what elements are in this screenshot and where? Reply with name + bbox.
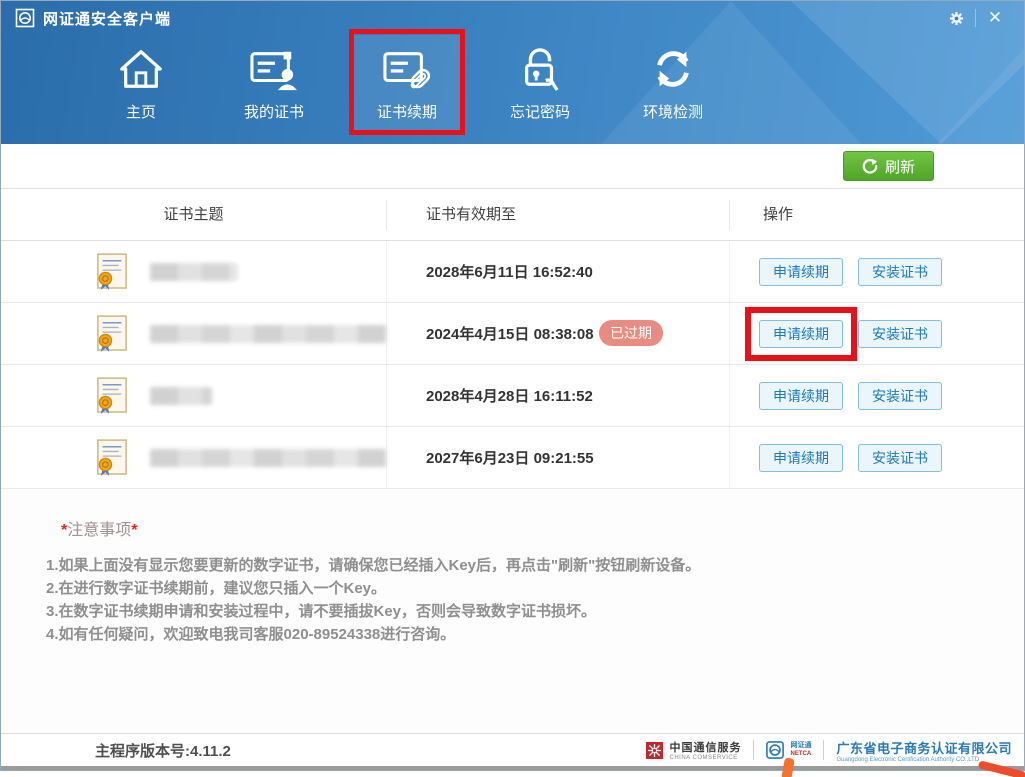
- valid-until-date: 2024年4月15日 08:38:08: [426, 326, 594, 343]
- nav-item-home[interactable]: 主页: [86, 35, 196, 135]
- netca-logo: 网证通 NETCA: [766, 741, 811, 759]
- cell-actions: 申请续期 安装证书: [730, 241, 1024, 302]
- valid-until-date: 2028年6月11日 16:52:40: [426, 264, 593, 281]
- nav-item-my-certificates[interactable]: 我的证书: [219, 35, 329, 135]
- home-icon: [118, 43, 164, 95]
- cell-valid-until: 2027年6月23日 09:21:55: [387, 427, 730, 488]
- comservice-name-zh: 中国通信服务: [669, 742, 742, 754]
- certificate-paperclip-icon: [382, 43, 432, 95]
- install-button[interactable]: 安装证书: [858, 319, 942, 348]
- gdca-name-zh: 广东省电子商务认证有限公司: [836, 740, 1012, 756]
- cell-subject: [1, 303, 387, 364]
- column-header-actions: 操作: [763, 205, 794, 223]
- comservice-name-en: CHINA COMSERVICE: [669, 755, 738, 761]
- footer-divider: [823, 740, 825, 760]
- certificate-icon: [97, 314, 127, 352]
- renew-button[interactable]: 申请续期: [759, 257, 843, 286]
- table-row: 2028年6月11日 16:52:40 申请续期 安装证书: [1, 241, 1024, 303]
- footer-logos: 中国通信服务 CHINA COMSERVICE 网证通 NETCA 广东省电子商…: [646, 738, 1012, 763]
- close-icon: ✕: [987, 8, 1003, 27]
- note-item: 4.如有任何疑问，欢迎致电我司客服020-89524338进行咨询。: [46, 626, 456, 643]
- refresh-label: 刷新: [884, 158, 915, 176]
- settings-button[interactable]: [937, 4, 975, 32]
- app-window: 网证通安全客户端 ✕ 主页 我的证书 证书续期 忘记密码 环境检测 刷新 证书主…: [0, 0, 1025, 771]
- version-label: 主程序版本号:4.11.2: [95, 742, 231, 760]
- nav-label: 忘记密码: [509, 104, 570, 121]
- table-row: 2027年6月23日 09:21:55 申请续期 安装证书: [1, 427, 1024, 489]
- nav-label: 我的证书: [243, 104, 304, 121]
- valid-until-date: 2028年4月28日 16:11:52: [426, 388, 593, 405]
- subject-redacted: [150, 386, 212, 405]
- lock-wrench-icon: [519, 43, 561, 95]
- notes-title-text: 注意事项: [67, 522, 132, 539]
- gear-icon: [949, 11, 963, 25]
- comservice-logo: 中国通信服务 CHINA COMSERVICE: [646, 739, 741, 761]
- install-button[interactable]: 安装证书: [858, 257, 942, 286]
- notes-section: *注意事项* 1.如果上面没有显示您要更新的数字证书，请确保您已经插入Key后，…: [1, 489, 1024, 736]
- cell-valid-until: 2028年4月28日 16:11:52: [387, 365, 730, 426]
- install-button[interactable]: 安装证书: [858, 381, 942, 410]
- column-header-valid-until: 证书有效期至: [387, 199, 730, 230]
- renew-button[interactable]: 申请续期: [759, 319, 843, 348]
- screenshot-root: 网证通安全客户端 ✕ 主页 我的证书 证书续期 忘记密码 环境检测 刷新 证书主…: [0, 0, 1025, 777]
- app-logo-icon: [15, 8, 35, 28]
- table-row: 2028年4月28日 16:11:52 申请续期 安装证书: [1, 365, 1024, 427]
- comservice-emblem-icon: [646, 741, 664, 759]
- titlebar: 网证通安全客户端 ✕: [1, 1, 1024, 35]
- cell-actions: 申请续期 安装证书: [730, 303, 1024, 364]
- refresh-icon: [862, 158, 878, 174]
- expired-badge: 已过期: [599, 320, 663, 346]
- note-item: 2.在进行数字证书续期前，建议您只插入一个Key。: [46, 580, 387, 597]
- asterisk: *: [131, 522, 138, 539]
- nav-label: 证书续期: [376, 104, 437, 121]
- refresh-cycle-icon: [650, 43, 696, 95]
- cell-subject: [1, 365, 387, 426]
- table-header: 证书主题 证书有效期至 操作: [1, 189, 1024, 241]
- main-nav: 主页 我的证书 证书续期 忘记密码 环境检测: [1, 29, 1024, 135]
- close-button[interactable]: ✕: [976, 4, 1014, 32]
- install-button[interactable]: 安装证书: [858, 443, 942, 472]
- renew-button[interactable]: 申请续期: [759, 381, 843, 410]
- certificate-icon: [97, 252, 127, 290]
- nav-item-certificate-renewal[interactable]: 证书续期: [349, 29, 465, 135]
- gdca-logo: 广东省电子商务认证有限公司 Guangdong Electronic Certi…: [836, 738, 1012, 763]
- nav-item-environment-check[interactable]: 环境检测: [618, 35, 728, 135]
- table-row: 2024年4月15日 08:38:08 已过期 申请续期 安装证书: [1, 303, 1024, 365]
- footer: 主程序版本号:4.11.2 中国通信服务 CHINA COMSERVICE 网证…: [1, 733, 1024, 766]
- certificate-card-person-icon: [249, 43, 299, 95]
- header: 网证通安全客户端 ✕ 主页 我的证书 证书续期 忘记密码 环境检测: [1, 1, 1024, 144]
- cell-actions: 申请续期 安装证书: [730, 365, 1024, 426]
- valid-until-date: 2027年6月23日 09:21:55: [426, 450, 594, 467]
- refresh-button[interactable]: 刷新: [842, 151, 934, 181]
- cell-valid-until: 2024年4月15日 08:38:08 已过期: [387, 303, 730, 364]
- note-item: 3.在数字证书续期申请和安装过程中，请不要插拔Key，否则会导致数字证书损坏。: [46, 603, 597, 620]
- subject-redacted: [150, 262, 238, 281]
- netca-name-en: NETCA: [790, 751, 812, 757]
- nav-item-forgot-password[interactable]: 忘记密码: [485, 35, 595, 135]
- cell-valid-until: 2028年6月11日 16:52:40: [387, 241, 730, 302]
- certificate-icon: [97, 376, 127, 414]
- note-item: 1.如果上面没有显示您要更新的数字证书，请确保您已经插入Key后，再点击"刷新"…: [46, 557, 701, 574]
- toolbar: 刷新: [1, 144, 1024, 189]
- subject-redacted: [150, 448, 386, 467]
- column-header-subject: 证书主题: [1, 199, 387, 230]
- footer-divider: [753, 740, 755, 760]
- notes-title: *注意事项*: [61, 516, 979, 540]
- certificate-icon: [97, 438, 127, 476]
- window-title: 网证通安全客户端: [43, 10, 172, 28]
- nav-label: 主页: [125, 104, 156, 121]
- renew-button[interactable]: 申请续期: [759, 443, 843, 472]
- netca-name-zh: 网证通: [790, 742, 812, 749]
- subject-redacted: [150, 324, 386, 343]
- cell-subject: [1, 241, 387, 302]
- netca-emblem-icon: [766, 741, 785, 759]
- window-bottom-edge: [1, 766, 1024, 770]
- cell-actions: 申请续期 安装证书: [730, 427, 1024, 488]
- nav-label: 环境检测: [642, 104, 703, 121]
- cell-subject: [1, 427, 387, 488]
